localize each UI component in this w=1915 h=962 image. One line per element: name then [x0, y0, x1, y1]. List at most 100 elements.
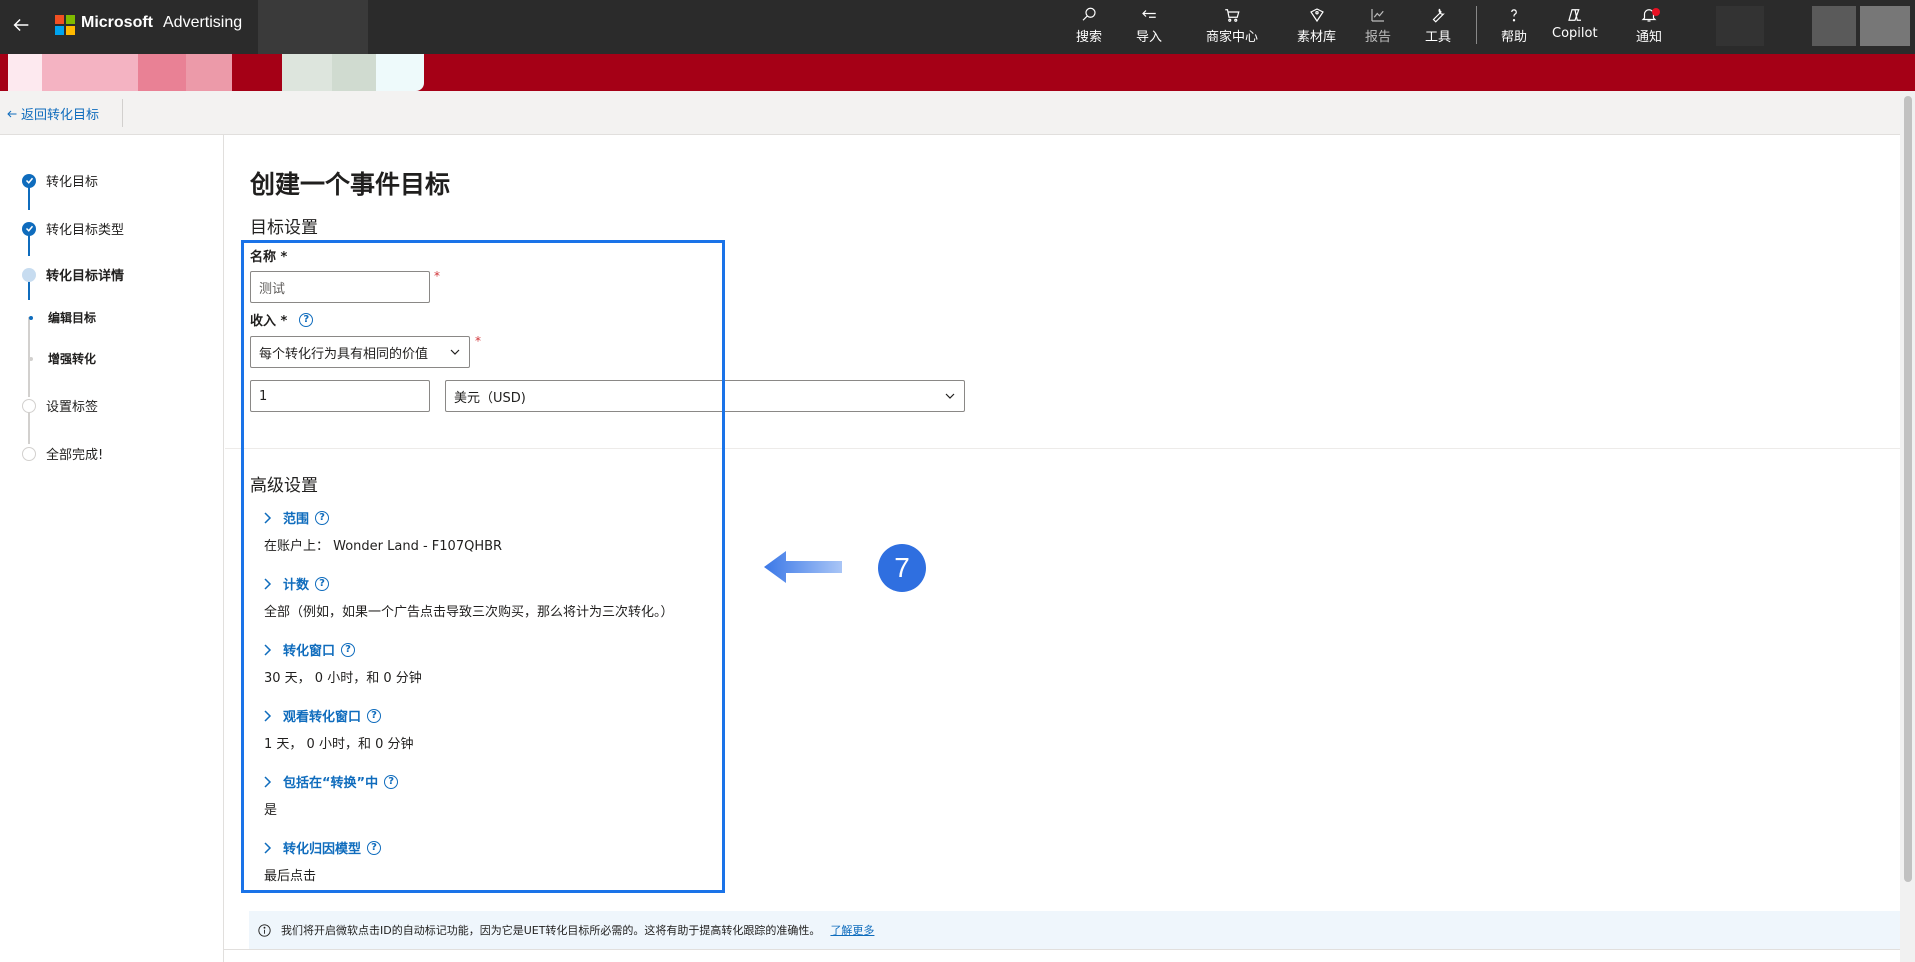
nav-help[interactable]: 帮助: [1501, 6, 1527, 50]
name-input[interactable]: 测试: [250, 271, 430, 303]
step-goal-type[interactable]: 转化目标类型: [22, 219, 124, 238]
help-icon: [1511, 9, 1517, 22]
pending-step-indicator: [22, 398, 36, 413]
advanced-view-through-window: 观看转化窗口? 1 天， 0 小时，和 0 分钟: [261, 706, 413, 752]
advanced-count: 计数? 全部（例如，如果一个广告点击导致三次购买，那么将计为三次转化。）: [261, 574, 674, 620]
advanced-scope: 范围? 在账户上： Wonder Land - F107QHBR: [261, 508, 502, 554]
redacted-area: [1716, 6, 1764, 46]
info-message-bar: 我们将开启微软点击ID的自动标记功能，因为它是UET转化目标所必需的。这将有助于…: [249, 911, 1900, 949]
chevron-right-icon: [264, 709, 272, 722]
advanced-include-in-conversions: 包括在“转换”中? 是: [261, 772, 399, 818]
back-to-goals-link[interactable]: 返回转化目标: [6, 104, 99, 123]
help-icon[interactable]: ?: [384, 774, 399, 789]
nav-asset-library[interactable]: 素材库: [1297, 6, 1336, 50]
section-divider: [225, 448, 1900, 449]
chevron-down-icon: [945, 393, 955, 399]
redacted-area: [258, 0, 368, 54]
account-banner: [0, 54, 1915, 91]
divider: [122, 99, 123, 127]
info-message-text: 我们将开启微软点击ID的自动标记功能，因为它是UET转化目标所必需的。这将有助于…: [281, 924, 821, 937]
back-arrow-icon[interactable]: [10, 14, 32, 36]
wizard-steps: 转化目标 转化目标类型 转化目标详情 编辑目标 增强转化 设置标签 全部完成!: [0, 135, 224, 962]
divider: [224, 949, 1900, 950]
import-icon: [1142, 10, 1156, 18]
required-indicator: *: [434, 269, 440, 283]
nav-import[interactable]: 导入: [1136, 6, 1162, 50]
arrow-left-icon: [7, 110, 17, 117]
chevron-right-icon: [264, 511, 272, 524]
currency-dropdown[interactable]: 美元（USD): [445, 380, 965, 412]
help-icon[interactable]: ?: [315, 510, 330, 525]
attribution-model-value: 最后点击: [264, 869, 317, 884]
advanced-conversion-window: 转化窗口? 30 天， 0 小时，和 0 分钟: [261, 640, 422, 686]
count-value: 全部（例如，如果一个广告点击导致三次购买，那么将计为三次转化。）: [264, 605, 674, 620]
wrench-icon: [1432, 8, 1445, 23]
redacted-area: [1812, 6, 1856, 46]
count-toggle[interactable]: 计数?: [261, 574, 674, 593]
chart-icon: [1371, 9, 1384, 22]
top-navigation-bar: Microsoft Advertising 搜索 导入 商家中心 素材库 报告 工…: [0, 0, 1915, 54]
advanced-attribution-model: 转化归因模型? 最后点击: [261, 838, 382, 884]
help-icon[interactable]: ?: [367, 840, 382, 855]
conversion-window-value: 30 天， 0 小时，和 0 分钟: [264, 671, 422, 686]
check-icon: [22, 173, 36, 188]
cart-icon: [1225, 9, 1240, 22]
tag-icon: [1309, 8, 1324, 23]
nav-copilot[interactable]: Copilot: [1552, 6, 1598, 50]
current-step-indicator: [22, 267, 36, 282]
view-through-window-value: 1 天， 0 小时，和 0 分钟: [264, 737, 414, 752]
revenue-type-dropdown[interactable]: 每个转化行为具有相同的价值: [250, 336, 470, 368]
chevron-right-icon: [264, 643, 272, 656]
view-through-window-toggle[interactable]: 观看转化窗口?: [261, 706, 413, 725]
copilot-icon: [1567, 9, 1581, 21]
annotation-arrow-left-icon: [764, 551, 842, 583]
chevron-right-icon: [264, 775, 272, 788]
chevron-down-icon: [450, 349, 460, 355]
scope-toggle[interactable]: 范围?: [261, 508, 502, 527]
required-indicator: *: [475, 334, 481, 348]
step-goal-details[interactable]: 转化目标详情: [22, 265, 124, 284]
section-title-goal-settings: 目标设置: [250, 218, 318, 238]
redacted-area: [1860, 6, 1910, 46]
step-number-badge: 7: [878, 544, 926, 592]
brand-name[interactable]: Microsoft Advertising: [81, 14, 242, 32]
name-label: 名称 *: [250, 250, 288, 265]
help-icon[interactable]: ?: [299, 312, 314, 327]
help-icon[interactable]: ?: [367, 708, 382, 723]
learn-more-link[interactable]: 了解更多: [830, 922, 874, 938]
help-icon[interactable]: ?: [341, 642, 356, 657]
section-title-advanced: 高级设置: [250, 476, 318, 496]
conversion-window-toggle[interactable]: 转化窗口?: [261, 640, 422, 659]
attribution-model-toggle[interactable]: 转化归因模型?: [261, 838, 382, 857]
include-in-conversions-value: 是: [264, 803, 278, 818]
scrollbar-thumb[interactable]: [1904, 96, 1912, 882]
page-title: 创建一个事件目标: [250, 170, 451, 199]
chevron-right-icon: [264, 577, 272, 590]
pending-step-indicator: [22, 446, 36, 461]
main-content: 创建一个事件目标 目标设置 名称 * 测试 * 收入 * ? 每个转化行为具有相…: [225, 135, 1900, 962]
step-connector: [28, 412, 30, 444]
nav-search[interactable]: 搜索: [1076, 6, 1102, 50]
help-icon[interactable]: ?: [315, 576, 330, 591]
chevron-right-icon: [264, 841, 272, 854]
nav-tools[interactable]: 工具: [1425, 6, 1451, 50]
check-icon: [22, 221, 36, 236]
nav-reports[interactable]: 报告: [1365, 6, 1391, 50]
nav-merchant-center[interactable]: 商家中心: [1206, 6, 1258, 50]
step-all-done[interactable]: 全部完成!: [22, 444, 103, 463]
substep-enhanced-conversions[interactable]: 增强转化: [24, 350, 96, 367]
substep-dot: [29, 315, 33, 320]
include-in-conversions-toggle[interactable]: 包括在“转换”中?: [261, 772, 399, 791]
search-icon: [1082, 7, 1096, 21]
step-setup-tag[interactable]: 设置标签: [22, 396, 98, 415]
revenue-label: 收入 * ?: [250, 310, 314, 329]
info-icon: [258, 923, 271, 937]
substep-dot: [29, 356, 33, 361]
step-conversion-goals[interactable]: 转化目标: [22, 171, 98, 190]
notification-badge: [1652, 8, 1660, 16]
substep-edit-goal[interactable]: 编辑目标: [24, 309, 96, 326]
revenue-amount-input[interactable]: 1: [250, 380, 430, 412]
scope-value: 在账户上： Wonder Land - F107QHBR: [264, 539, 503, 554]
nav-divider: [1476, 6, 1477, 44]
microsoft-logo: [55, 15, 75, 35]
